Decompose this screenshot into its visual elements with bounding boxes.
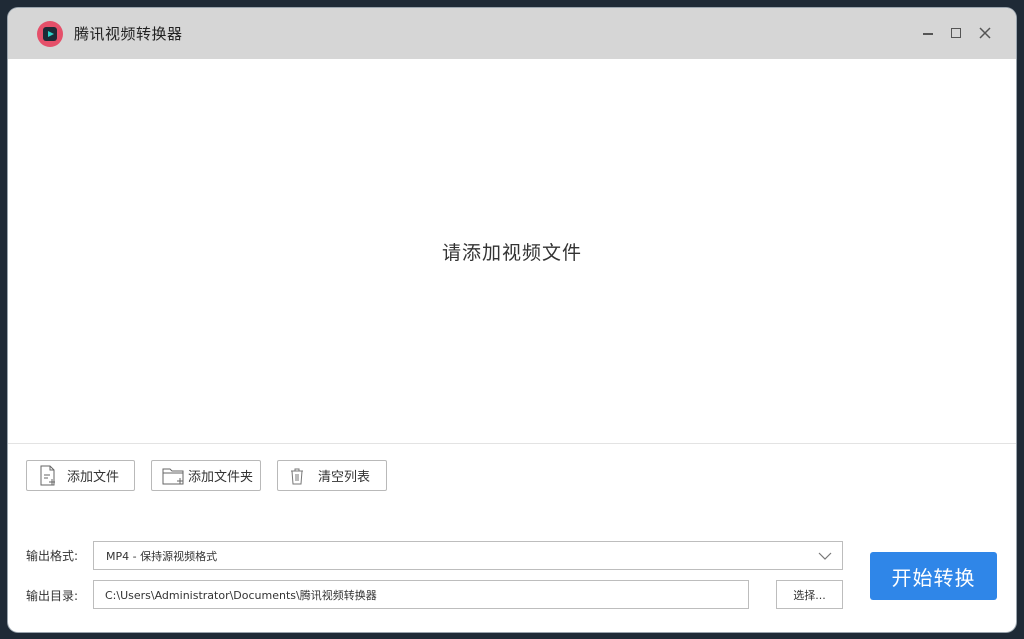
add-folder-label: 添加文件夹: [188, 470, 254, 485]
app-logo-icon: [37, 21, 63, 47]
close-button[interactable]: [973, 21, 997, 45]
minimize-icon: [923, 33, 933, 35]
add-folder-icon: [162, 468, 184, 484]
add-folder-button[interactable]: 添加文件夹: [151, 460, 261, 491]
output-format-value: MP4 - 保持源视频格式: [106, 549, 218, 563]
browse-button[interactable]: 选择...: [776, 580, 843, 609]
drop-hint: 请添加视频文件: [441, 241, 582, 264]
output-format-label: 输出格式:: [26, 549, 79, 563]
output-format-select[interactable]: MP4 - 保持源视频格式: [93, 541, 843, 570]
maximize-icon: [951, 28, 961, 38]
add-file-button[interactable]: 添加文件: [26, 460, 135, 491]
maximize-button[interactable]: [944, 21, 968, 45]
trash-icon: [291, 468, 303, 484]
chevron-down-icon: [818, 552, 832, 560]
close-icon: [979, 27, 991, 39]
add-file-label: 添加文件: [67, 470, 120, 485]
title-bar[interactable]: 腾讯视频转换器: [8, 8, 1016, 59]
clear-list-label: 清空列表: [318, 470, 371, 485]
window-title: 腾讯视频转换器: [74, 25, 183, 43]
file-drop-zone[interactable]: 请添加视频文件: [8, 59, 1016, 444]
app-window: 腾讯视频转换器 请添加视频文件 添加文件 添加文件夹 清空列表 输出格式: MP…: [8, 8, 1016, 632]
clear-list-button[interactable]: 清空列表: [277, 460, 387, 491]
add-file-icon: [40, 465, 55, 485]
start-convert-button[interactable]: 开始转换: [870, 552, 997, 600]
output-dir-input[interactable]: [93, 580, 749, 609]
minimize-button[interactable]: [916, 21, 940, 45]
output-dir-label: 输出目录:: [26, 589, 79, 603]
